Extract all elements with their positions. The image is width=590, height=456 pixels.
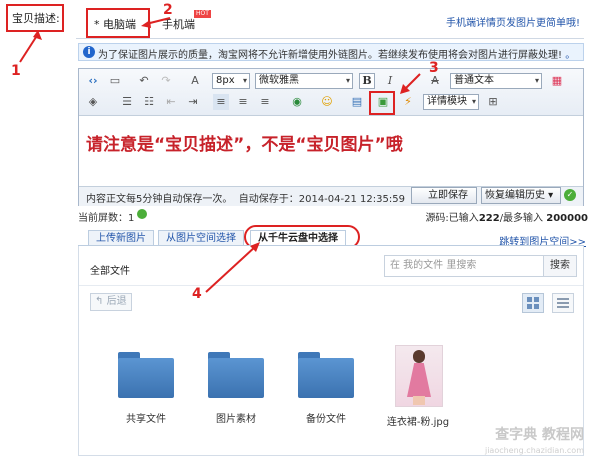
annotation-1: 1 [11, 63, 21, 79]
annotation-arrows [19, 17, 421, 293]
watermark: 查字典 教程网 [495, 427, 584, 443]
annotation-4: 4 [192, 286, 202, 302]
annotation-3: 3 [429, 60, 439, 76]
annotation-2: 2 [163, 2, 173, 18]
watermark-url: jiaocheng.chazidian.com [484, 446, 584, 455]
